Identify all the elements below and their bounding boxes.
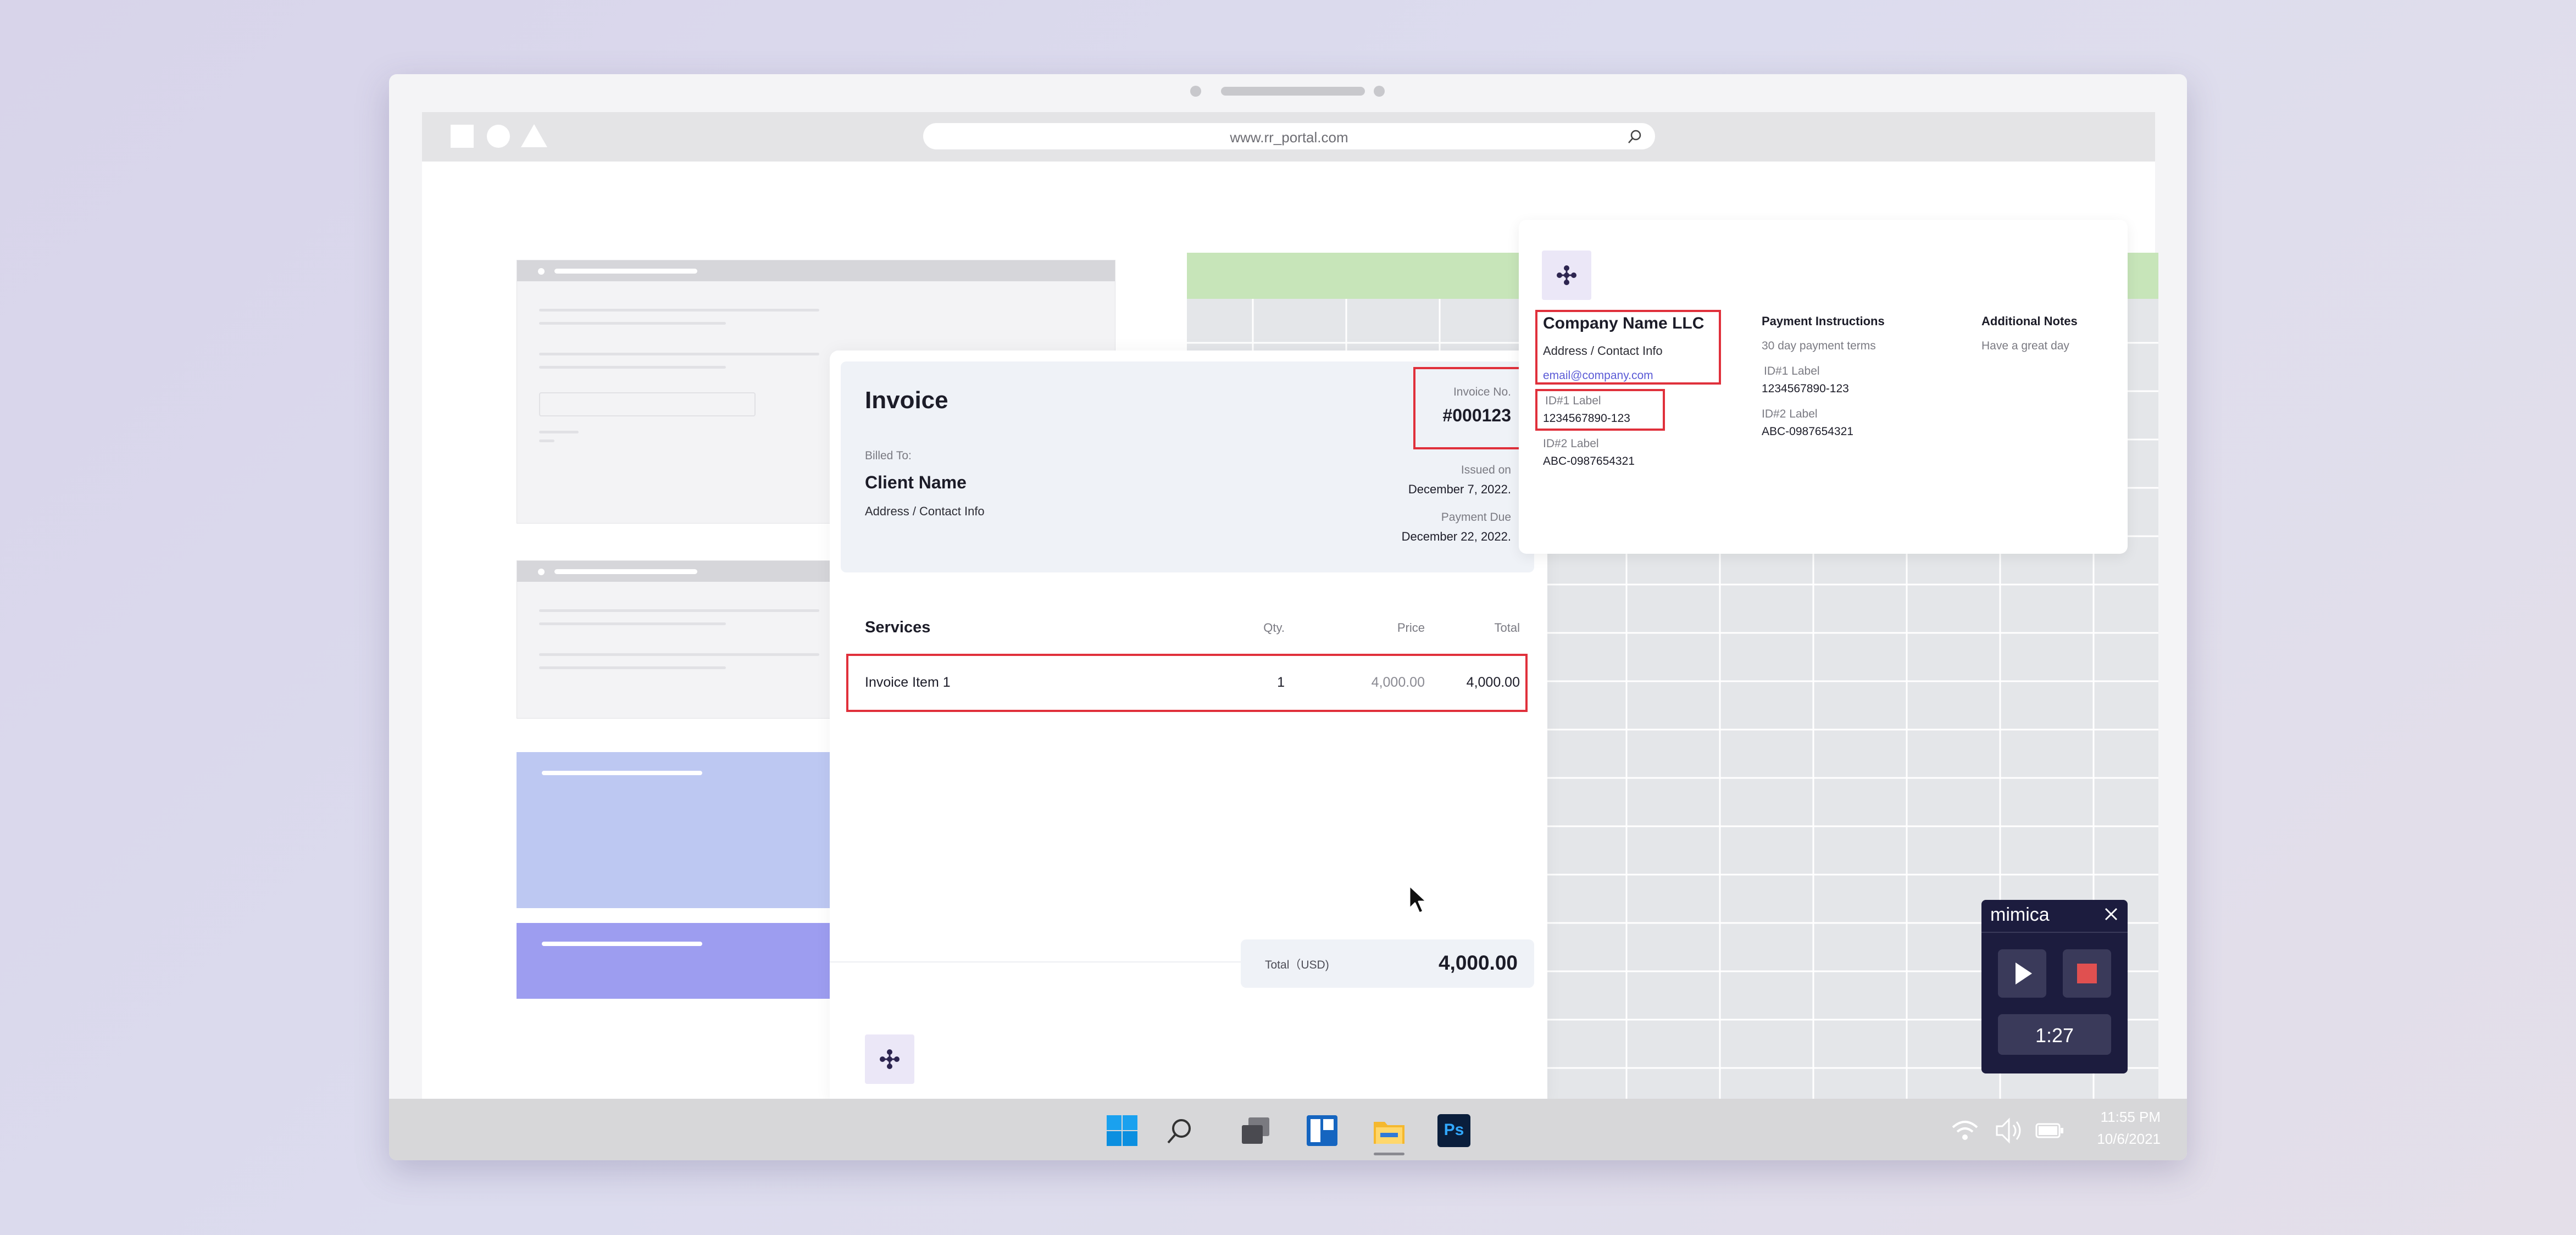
- stop-button[interactable]: [2063, 949, 2111, 998]
- payment-id1-value: 1234567890-123: [1762, 382, 1849, 395]
- clock-date[interactable]: 10/6/2021: [2097, 1131, 2161, 1148]
- company-logo: [1542, 251, 1591, 300]
- play-button[interactable]: [1998, 949, 2046, 998]
- taskbar: Ps 11:55 PM 10/6/2021: [389, 1099, 2187, 1160]
- placeholder-card-blue: [517, 752, 833, 908]
- clock-time[interactable]: 11:55 PM: [2101, 1109, 2161, 1126]
- play-icon: [2016, 963, 2032, 984]
- payment-instructions-title: Payment Instructions: [1762, 314, 1885, 328]
- company-logo-icon: [880, 1049, 900, 1069]
- triangle-shape-icon[interactable]: [521, 124, 547, 147]
- address-bar[interactable]: www.rr_portal.com: [923, 123, 1655, 149]
- invoice-panel: Invoice Billed To: Client Name Address /…: [830, 351, 1547, 1104]
- search-icon[interactable]: [1626, 129, 1643, 145]
- stop-icon: [2077, 964, 2097, 983]
- highlight-invoice-row: [846, 654, 1528, 712]
- payment-due-date: December 22, 2022.: [1401, 530, 1511, 543]
- payment-id2-value: ABC-0987654321: [1762, 425, 1853, 438]
- sensor-dot: [1374, 86, 1385, 97]
- totals-divider: [830, 961, 1242, 963]
- speaker-bar: [1221, 87, 1365, 96]
- wifi-icon[interactable]: [1948, 1114, 1981, 1147]
- payment-id2-label: ID#2 Label: [1762, 408, 1818, 420]
- total-amount: 4,000.00: [1438, 952, 1518, 974]
- payment-terms: 30 day payment terms: [1762, 340, 1876, 352]
- mimica-recorder-widget: mimica 1:27: [1981, 900, 2128, 1073]
- issued-label: Issued on: [1461, 464, 1511, 476]
- company-info-card: Company Name LLC Address / Contact Info …: [1519, 220, 2128, 554]
- mimica-brand: mimica: [1990, 904, 2050, 925]
- billed-to-label: Billed To:: [865, 449, 912, 462]
- additional-notes-text: Have a great day: [1981, 340, 2069, 352]
- timer-value: 1:27: [2035, 1024, 2074, 1047]
- battery-icon[interactable]: [2033, 1114, 2066, 1147]
- footer-logo: [865, 1034, 914, 1084]
- payment-id1-label: ID#1 Label: [1764, 365, 1820, 377]
- additional-notes-title: Additional Notes: [1981, 314, 2078, 328]
- browser-toolbar: www.rr_portal.com: [422, 112, 2155, 162]
- total-box: Total（USD) 4,000.00: [1241, 939, 1534, 988]
- highlight-company-id1: [1535, 389, 1665, 431]
- total-header: Total: [1494, 621, 1520, 635]
- invoice-title: Invoice: [865, 387, 948, 414]
- company-logo-icon: [1557, 265, 1576, 285]
- price-header: Price: [1397, 621, 1425, 635]
- active-app-indicator: [1374, 1153, 1404, 1155]
- volume-icon[interactable]: [1992, 1114, 2025, 1147]
- placeholder-card-violet: [517, 923, 833, 999]
- issued-date: December 7, 2022.: [1408, 482, 1511, 496]
- photoshop-icon-label: Ps: [1444, 1121, 1464, 1139]
- services-header: Services: [865, 619, 931, 636]
- file-explorer-icon[interactable]: [1373, 1114, 1406, 1147]
- windows-start-icon[interactable]: [1106, 1114, 1139, 1147]
- circle-shape-icon[interactable]: [487, 125, 510, 148]
- close-icon[interactable]: [2103, 906, 2119, 922]
- highlight-company-name: [1535, 310, 1721, 385]
- widgets-icon[interactable]: [1306, 1114, 1339, 1147]
- highlight-invoice-number: [1413, 367, 1523, 449]
- camera-dot: [1190, 86, 1201, 97]
- client-address: Address / Contact Info: [865, 504, 985, 518]
- placeholder-card: [517, 560, 836, 719]
- timer-display: 1:27: [1998, 1014, 2111, 1055]
- company-id2-label: ID#2 Label: [1543, 437, 1599, 450]
- photoshop-icon[interactable]: Ps: [1437, 1114, 1470, 1147]
- total-label: Total（USD): [1265, 959, 1329, 971]
- mouse-cursor-icon: [1408, 884, 1428, 914]
- url-text[interactable]: www.rr_portal.com: [923, 129, 1655, 146]
- square-shape-icon[interactable]: [451, 125, 474, 148]
- qty-header: Qty.: [1263, 621, 1285, 635]
- company-id2-value: ABC-0987654321: [1543, 455, 1635, 468]
- search-icon[interactable]: [1163, 1114, 1196, 1147]
- payment-due-label: Payment Due: [1441, 511, 1511, 524]
- task-view-icon[interactable]: [1240, 1114, 1273, 1147]
- client-name: Client Name: [865, 472, 967, 492]
